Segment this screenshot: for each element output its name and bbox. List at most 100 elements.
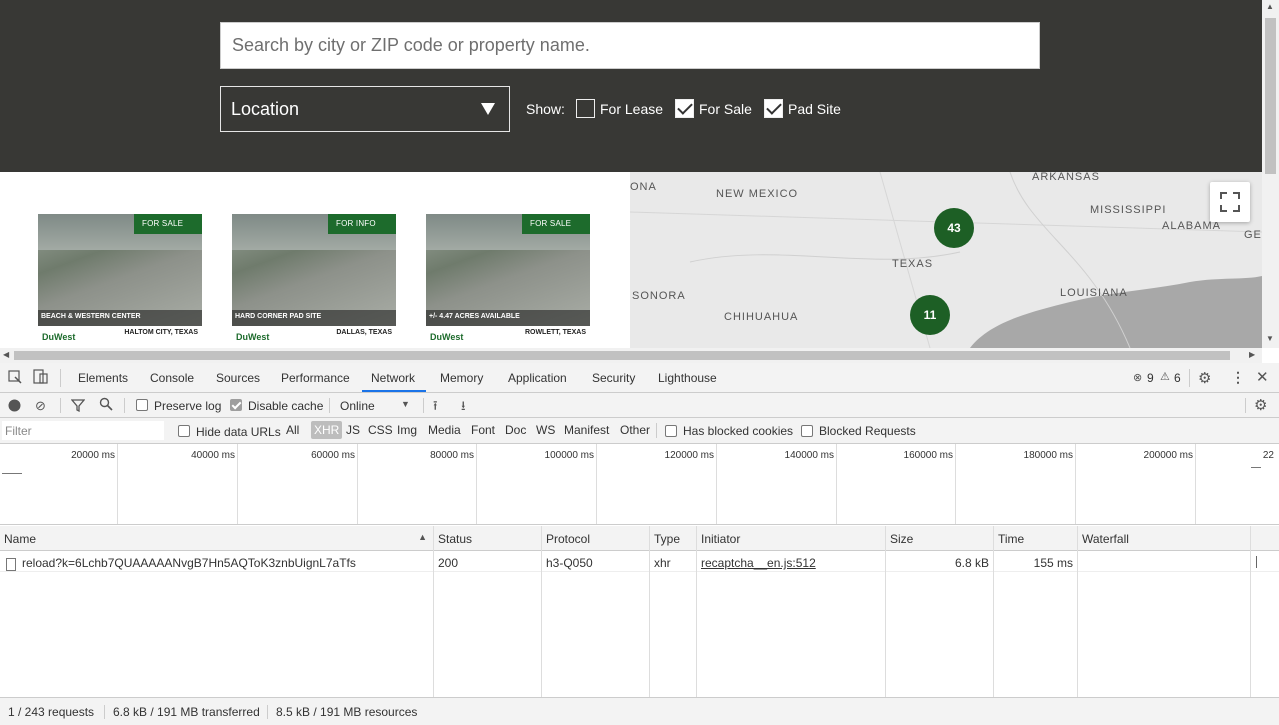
search-icon[interactable] — [99, 397, 113, 414]
for-sale-checkbox[interactable] — [675, 99, 694, 118]
throttling-select[interactable]: Online — [340, 399, 375, 413]
filter-type-doc[interactable]: Doc — [505, 423, 526, 437]
network-overview-timeline[interactable]: 20000 ms 40000 ms 60000 ms 80000 ms 1000… — [0, 444, 1279, 525]
hide-data-urls-checkbox[interactable] — [178, 425, 190, 437]
warning-count[interactable]: 6 — [1174, 371, 1181, 385]
filter-type-other[interactable]: Other — [620, 423, 650, 437]
pad-site-checkbox[interactable] — [764, 99, 783, 118]
settings-gear-icon[interactable]: ⚙ — [1198, 369, 1211, 387]
disable-cache-checkbox[interactable] — [230, 399, 242, 411]
sort-ascending-icon: ▲ — [418, 532, 427, 542]
request-name[interactable]: reload?k=6Lchb7QUAAAAANvgB7Hn5AQToK3znbU… — [22, 556, 356, 570]
close-icon[interactable]: ✕ — [1256, 368, 1269, 386]
filter-input[interactable] — [2, 421, 164, 440]
map[interactable]: ONA NEW MEXICO ARKANSAS MISSISSIPPI ALAB… — [630, 172, 1262, 348]
for-lease-checkbox[interactable] — [576, 99, 595, 118]
duwest-logo: DuWest — [236, 332, 270, 342]
tab-memory[interactable]: Memory — [440, 371, 483, 385]
timeline-tick-label: 20000 ms — [71, 450, 115, 461]
map-label: LOUISIANA — [1060, 287, 1128, 299]
scroll-thumb[interactable] — [1265, 18, 1276, 174]
device-toolbar-icon[interactable] — [33, 369, 49, 388]
scroll-thumb[interactable] — [14, 351, 1230, 360]
timeline-tick-label: 80000 ms — [430, 450, 474, 461]
warning-icon[interactable]: ⚠ — [1160, 370, 1170, 383]
map-label: SONORA — [632, 290, 686, 302]
map-cluster-marker[interactable]: 43 — [934, 208, 974, 248]
more-options-icon[interactable]: ⋮ — [1231, 369, 1245, 386]
filter-type-img[interactable]: Img — [397, 423, 417, 437]
blocked-requests-checkbox[interactable] — [801, 425, 813, 437]
site-header: Location Show: For Lease For Sale Pad Si… — [0, 0, 1262, 172]
tab-network[interactable]: Network — [371, 371, 415, 385]
filter-type-ws[interactable]: WS — [536, 423, 555, 437]
horizontal-scrollbar[interactable]: ◀ ▶ — [0, 348, 1262, 363]
for-sale-label[interactable]: For Sale — [699, 101, 752, 117]
filter-type-xhr[interactable]: XHR — [311, 421, 343, 439]
record-icon[interactable] — [8, 399, 21, 415]
column-header-name[interactable]: Name ▲ — [0, 526, 433, 551]
for-lease-label[interactable]: For Lease — [600, 101, 663, 117]
column-header-protocol[interactable]: Protocol — [542, 526, 649, 551]
column-header-time[interactable]: Time — [994, 526, 1077, 551]
preserve-log-label[interactable]: Preserve log — [154, 399, 221, 413]
network-status-bar: 1 / 243 requests 6.8 kB / 191 MB transfe… — [0, 697, 1279, 725]
fullscreen-button[interactable] — [1210, 182, 1250, 222]
filter-type-media[interactable]: Media — [428, 423, 461, 437]
column-header-status[interactable]: Status — [434, 526, 541, 551]
error-count[interactable]: 9 — [1147, 371, 1154, 385]
filter-type-js[interactable]: JS — [346, 423, 360, 437]
scroll-right-icon[interactable]: ▶ — [1249, 350, 1255, 359]
timeline-request-mark — [2, 473, 22, 474]
preserve-log-checkbox[interactable] — [136, 399, 148, 411]
column-header-type[interactable]: Type — [650, 526, 696, 551]
tab-elements[interactable]: Elements — [78, 371, 128, 385]
timeline-tick-label: 140000 ms — [784, 450, 834, 461]
document-icon — [6, 558, 16, 571]
tab-sources[interactable]: Sources — [216, 371, 260, 385]
scroll-down-icon[interactable]: ▼ — [1266, 334, 1274, 343]
column-header-waterfall[interactable]: Waterfall — [1078, 526, 1279, 551]
property-caption: HARD CORNER PAD SITE — [232, 310, 396, 326]
property-card[interactable]: FOR SALE BEACH & WESTERN CENTER DuWest H… — [38, 214, 202, 348]
column-header-initiator[interactable]: Initiator — [697, 526, 885, 551]
blocked-requests-label[interactable]: Blocked Requests — [819, 424, 916, 438]
tab-lighthouse[interactable]: Lighthouse — [658, 371, 717, 385]
error-icon[interactable]: ⊗ — [1133, 371, 1142, 384]
filter-type-font[interactable]: Font — [471, 423, 495, 437]
location-dropdown[interactable]: Location — [220, 86, 510, 132]
import-har-icon[interactable]: ⭱ — [433, 397, 438, 419]
tab-performance[interactable]: Performance — [281, 371, 350, 385]
inspect-icon[interactable] — [8, 370, 22, 387]
hide-data-urls-label[interactable]: Hide data URLs — [196, 425, 281, 439]
has-blocked-cookies-label[interactable]: Has blocked cookies — [683, 424, 793, 438]
filter-type-all[interactable]: All — [286, 423, 299, 437]
filter-type-css[interactable]: CSS — [368, 423, 393, 437]
search-input[interactable] — [220, 22, 1040, 69]
network-settings-gear-icon[interactable]: ⚙ — [1254, 396, 1267, 414]
filter-icon[interactable] — [70, 398, 86, 415]
property-location: HALTOM CITY, TEXAS — [124, 329, 198, 336]
tab-application[interactable]: Application — [508, 371, 567, 385]
has-blocked-cookies-checkbox[interactable] — [665, 425, 677, 437]
property-card[interactable]: FOR SALE +/- 4.47 ACRES AVAILABLE DuWest… — [426, 214, 590, 348]
tab-console[interactable]: Console — [150, 371, 194, 385]
filter-type-manifest[interactable]: Manifest — [564, 423, 609, 437]
map-label: ONA — [630, 181, 657, 193]
network-request-table: Name ▲ Status Protocol Type Initiator Si… — [0, 526, 1279, 697]
column-header-size[interactable]: Size — [886, 526, 993, 551]
property-card[interactable]: FOR INFO HARD CORNER PAD SITE DuWest DAL… — [232, 214, 396, 348]
clear-icon[interactable]: ⊘ — [35, 398, 46, 414]
scroll-left-icon[interactable]: ◀ — [3, 350, 9, 359]
scroll-up-icon[interactable]: ▲ — [1266, 2, 1274, 11]
map-cluster-marker[interactable]: 11 — [910, 295, 950, 335]
timeline-request-mark — [1251, 467, 1261, 468]
pad-site-label[interactable]: Pad Site — [788, 101, 841, 117]
request-initiator-link[interactable]: recaptcha__en.js:512 — [701, 556, 816, 570]
tab-security[interactable]: Security — [592, 371, 635, 385]
chevron-down-icon[interactable]: ▼ — [401, 399, 410, 409]
export-har-icon[interactable]: ⭳ — [461, 397, 466, 419]
disable-cache-label[interactable]: Disable cache — [248, 399, 323, 413]
page: Location Show: For Lease For Sale Pad Si… — [0, 0, 1279, 725]
vertical-scrollbar[interactable]: ▲ ▼ — [1262, 0, 1279, 348]
